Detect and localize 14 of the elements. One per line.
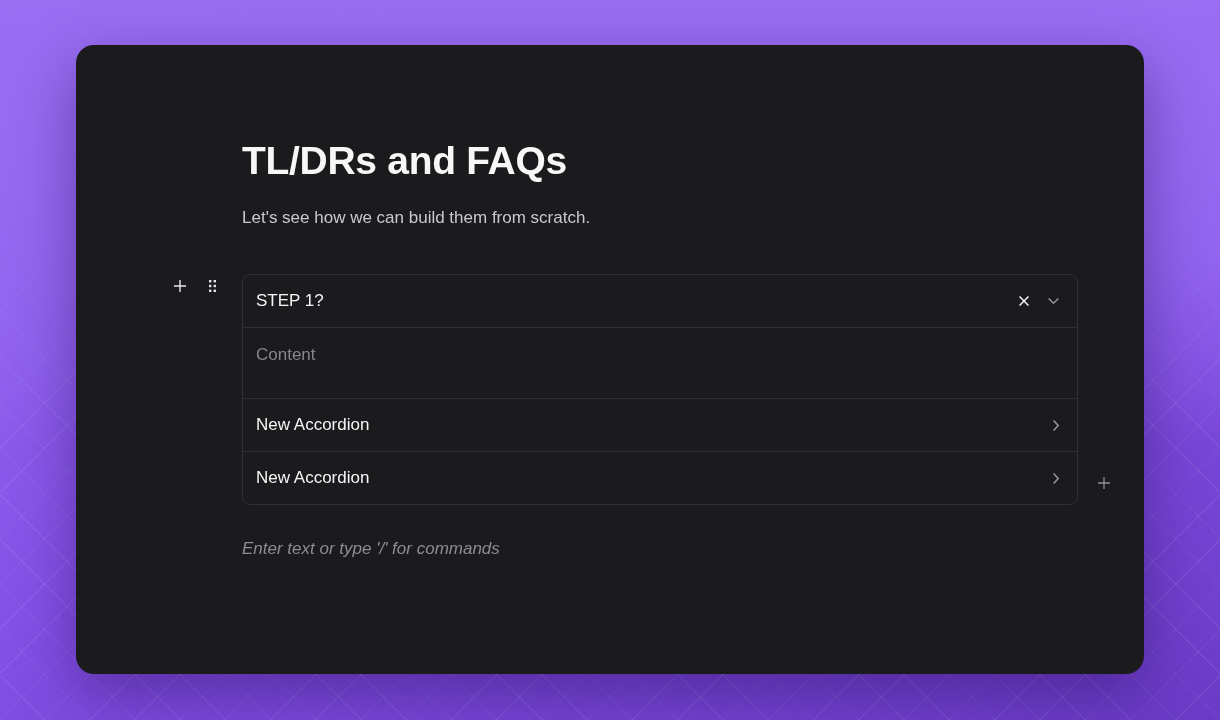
accordion-title[interactable]: New Accordion — [256, 415, 370, 435]
add-block-icon[interactable] — [174, 280, 186, 292]
add-item-icon[interactable] — [1098, 477, 1110, 489]
chevron-right-icon[interactable] — [1053, 472, 1059, 484]
drag-handle-icon[interactable] — [209, 280, 216, 292]
accordion-title[interactable]: New Accordion — [256, 468, 370, 488]
chevron-down-icon[interactable] — [1048, 298, 1059, 304]
close-icon[interactable] — [1019, 296, 1029, 306]
page-subtitle: Let's see how we can build them from scratch. — [242, 207, 591, 229]
chevron-right-icon[interactable] — [1053, 419, 1059, 431]
accordion-title[interactable]: STEP 1? — [256, 291, 324, 311]
page-title: TL/DRs and FAQs — [242, 138, 568, 184]
text-input-field[interactable]: Enter text or type '/' for commands — [242, 537, 1078, 561]
content-field[interactable]: Content — [243, 327, 1077, 398]
